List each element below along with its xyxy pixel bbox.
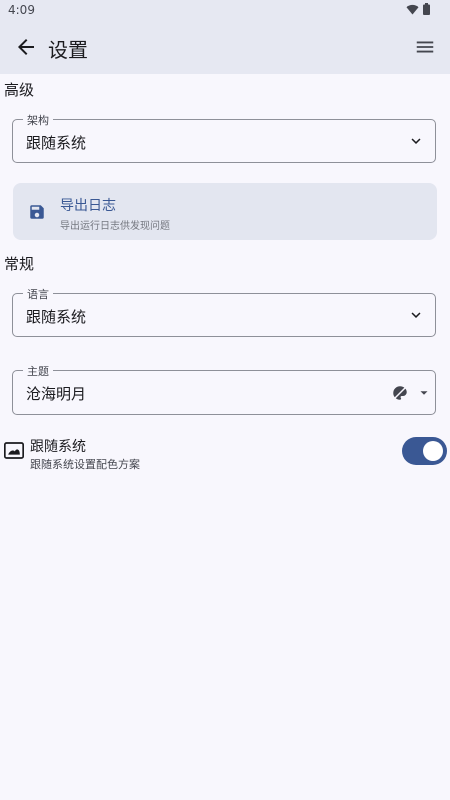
arch-value: 跟随系统 [26, 134, 87, 152]
wifi-icon [406, 4, 419, 15]
status-bar: 4:09 [0, 0, 450, 22]
dropdown-caret-icon [420, 391, 428, 395]
language-value: 跟随系统 [26, 308, 87, 326]
chevron-down-icon [411, 312, 421, 318]
export-log-subtitle: 导出运行日志供发现问题 [60, 221, 170, 232]
palette-icon [393, 386, 407, 400]
export-log-card[interactable]: 导出日志 导出运行日志供发现问题 [13, 183, 437, 240]
export-log-title: 导出日志 [60, 198, 116, 214]
arch-dropdown[interactable]: 架构 跟随系统 [12, 112, 436, 163]
page-title: 设置 [48, 38, 88, 62]
battery-icon [423, 3, 430, 15]
section-advanced-title: 高级 [4, 81, 35, 99]
back-arrow-icon[interactable] [14, 35, 38, 59]
language-label: 语言 [23, 286, 53, 302]
follow-system-title: 跟随系统 [30, 439, 86, 455]
theme-dropdown[interactable]: 主题 沧海明月 [12, 363, 436, 415]
theme-value: 沧海明月 [26, 385, 87, 403]
save-icon [30, 205, 44, 219]
menu-icon[interactable] [414, 36, 436, 58]
language-dropdown[interactable]: 语言 跟随系统 [12, 286, 436, 337]
theme-label: 主题 [23, 363, 53, 379]
wallpaper-icon [4, 442, 24, 459]
arch-label: 架构 [23, 112, 53, 128]
status-icons [406, 3, 430, 15]
follow-system-subtitle: 跟随系统设置配色方案 [30, 458, 140, 471]
status-time: 4:09 [8, 3, 35, 17]
chevron-down-icon [411, 138, 421, 144]
follow-system-switch[interactable] [402, 437, 447, 465]
section-general-title: 常规 [4, 255, 35, 273]
app-bar: 设置 [0, 22, 450, 74]
switch-knob [423, 441, 443, 461]
follow-system-row[interactable]: 跟随系统 跟随系统设置配色方案 [0, 434, 450, 474]
